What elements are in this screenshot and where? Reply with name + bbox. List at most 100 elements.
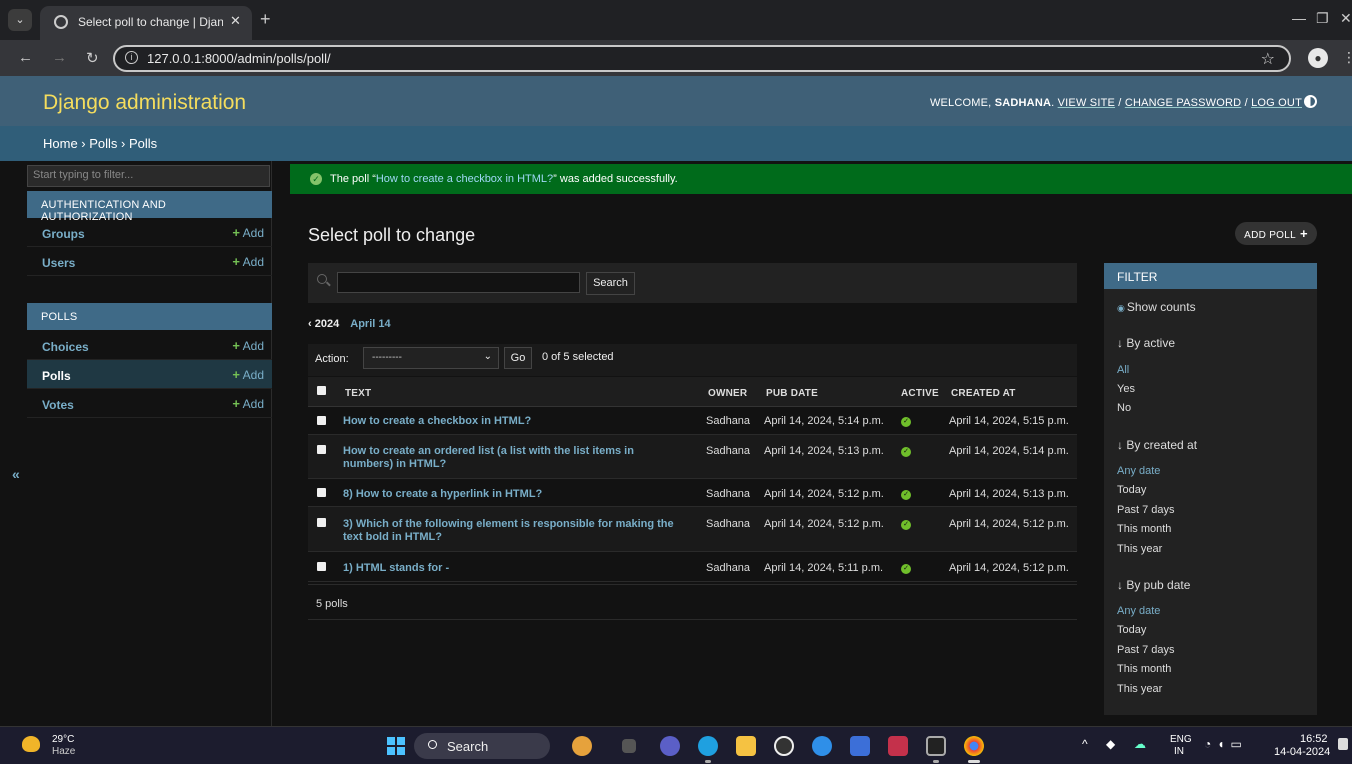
column-header-created-at[interactable]: CREATED AT [951,388,1016,399]
go-button[interactable]: Go [504,347,532,369]
filter-option-this-month[interactable]: This month [1117,523,1171,535]
tray-overflow-chevron-icon[interactable]: ^ [1082,737,1088,751]
new-tab-button[interactable]: + [260,10,271,28]
browser-menu-icon[interactable]: ⋮ [1342,49,1352,66]
bookmark-star-icon[interactable]: ☆ [1261,49,1275,69]
restore-icon[interactable]: ❐ [1316,10,1329,27]
filter-option-this-year[interactable]: This year [1117,543,1162,555]
add-group-link[interactable]: + Add [232,225,264,240]
select-all-checkbox[interactable] [317,386,326,395]
theme-toggle-icon[interactable] [1304,95,1317,108]
store-icon[interactable] [850,736,870,756]
filter-title-active[interactable]: ↓ By active [1117,336,1175,350]
filter-option-past-7-days[interactable]: Past 7 days [1117,504,1174,516]
sidebar-item-votes[interactable]: Votes + Add [27,389,272,418]
filter-title-created-at[interactable]: ↓ By created at [1117,438,1197,452]
row-checkbox[interactable] [317,445,326,454]
notification-bell-icon[interactable] [1338,738,1348,750]
polls-module-caption[interactable]: POLLS [27,303,272,330]
sidebar-item-label[interactable]: Polls [42,369,71,383]
window-close-icon[interactable]: ✕ [1340,10,1352,27]
poll-text-link[interactable]: 8) How to create a hyperlink in HTML? [343,488,683,501]
filter-option-past-7-days[interactable]: Past 7 days [1117,644,1174,656]
back-arrow-icon[interactable]: ← [18,49,33,66]
language-region[interactable]: IN [1174,746,1184,757]
tray-app-icon[interactable]: ◆ [1106,737,1115,751]
column-header-owner[interactable]: OWNER [708,388,747,399]
log-out-link[interactable]: LOG OUT [1251,97,1302,109]
column-header-active[interactable]: ACTIVE [901,388,939,399]
tray-onedrive-icon[interactable]: ☁ [1134,737,1146,751]
change-password-link[interactable]: CHANGE PASSWORD [1125,97,1241,109]
clock-time[interactable]: 16:52 [1300,733,1328,745]
poll-text-link[interactable]: How to create an ordered list (a list wi… [343,445,683,471]
view-site-link[interactable]: VIEW SITE [1058,97,1115,109]
filter-option-this-month[interactable]: This month [1117,663,1171,675]
filter-option-any-date[interactable]: Any date [1117,605,1160,617]
column-header-pub-date[interactable]: PUB DATE [766,388,818,399]
action-select[interactable]: --------- ⌄ [363,347,499,369]
filter-option-this-year[interactable]: This year [1117,683,1162,695]
date-back-link[interactable]: ‹ 2024 [308,318,339,330]
filter-title-pub-date[interactable]: ↓ By pub date [1117,578,1190,592]
mcafee-icon[interactable] [888,736,908,756]
nav-filter-input[interactable]: Start typing to filter... [27,165,270,187]
filter-option-today[interactable]: Today [1117,484,1146,496]
sidebar-item-users[interactable]: Users + Add [27,247,272,276]
task-view-icon[interactable] [622,739,636,753]
sidebar-item-polls[interactable]: Polls + Add [27,360,272,389]
poll-text-link[interactable]: 1) HTML stands for - [343,562,683,575]
filter-option-all[interactable]: All [1117,364,1129,376]
poll-text-link[interactable]: How to create a checkbox in HTML? [343,415,683,428]
row-checkbox[interactable] [317,416,326,425]
search-input[interactable] [337,272,580,293]
reload-icon[interactable]: ↻ [86,49,99,67]
sidebar-item-label[interactable]: Choices [42,340,89,354]
weather-haze-icon[interactable] [22,736,40,752]
show-counts-link[interactable]: ◉ Show counts [1117,300,1196,314]
github-desktop-icon[interactable] [774,736,794,756]
browser-tab[interactable]: Select poll to change | Django site admi… [40,6,252,40]
filter-option-any-date[interactable]: Any date [1117,465,1160,477]
minimize-icon[interactable]: — [1292,10,1306,26]
language-indicator[interactable]: ENG [1170,734,1192,745]
widgets-app-icon[interactable] [572,736,592,756]
poll-text-link[interactable]: 3) Which of the following element is res… [343,518,683,544]
sidebar-item-label[interactable]: Groups [42,227,85,241]
breadcrumb[interactable]: Home › Polls › Polls [0,126,1352,161]
taskbar-search[interactable]: Search [414,733,550,759]
site-branding[interactable]: Django administration [43,91,246,115]
filter-option-yes[interactable]: Yes [1117,383,1135,395]
add-user-link[interactable]: + Add [232,254,264,269]
edge-browser-icon[interactable] [698,736,718,756]
auth-module-caption[interactable]: AUTHENTICATION AND AUTHORIZATION [27,191,272,223]
url-bar[interactable]: i 127.0.0.1:8000/admin/polls/poll/ ☆ [113,45,1291,72]
filter-option-no[interactable]: No [1117,402,1131,414]
row-checkbox[interactable] [317,488,326,497]
clock-date[interactable]: 14-04-2024 [1274,746,1330,758]
row-checkbox[interactable] [317,518,326,527]
sidebar-item-groups[interactable]: Groups + Add [27,218,272,247]
windows-start-icon[interactable] [387,737,405,755]
terminal-icon[interactable] [926,736,946,756]
add-poll-link[interactable]: + Add [232,367,264,382]
site-info-icon[interactable]: i [125,51,138,64]
chrome-icon[interactable] [964,736,984,756]
sidebar-item-label[interactable]: Votes [42,398,74,412]
sidebar-item-choices[interactable]: Choices + Add [27,331,272,360]
python-app-icon[interactable] [812,736,832,756]
search-button[interactable]: Search [586,272,635,295]
profile-avatar-icon[interactable]: ● [1308,48,1328,68]
add-vote-link[interactable]: + Add [232,396,264,411]
sidebar-item-label[interactable]: Users [42,256,75,270]
sidebar-collapse-toggle[interactable]: « [12,466,20,482]
add-choice-link[interactable]: + Add [232,338,264,353]
row-checkbox[interactable] [317,562,326,571]
column-header-text[interactable]: TEXT [345,388,371,399]
message-link[interactable]: How to create a checkbox in HTML? [376,173,553,185]
file-explorer-icon[interactable] [736,736,756,756]
teams-chat-icon[interactable] [660,736,680,756]
filter-option-today[interactable]: Today [1117,624,1146,636]
tab-close-icon[interactable]: ✕ [230,13,241,29]
add-poll-button[interactable]: ADD POLL + [1235,222,1317,245]
